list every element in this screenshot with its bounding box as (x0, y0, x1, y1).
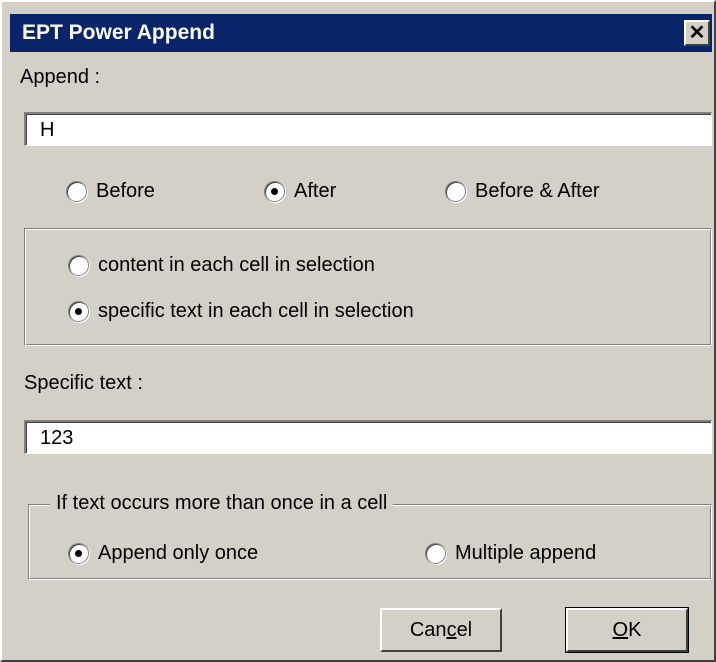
radio-before-after[interactable]: Before & After (445, 180, 600, 203)
radio-circle[interactable] (425, 543, 446, 564)
radio-append-once[interactable]: Append only once (68, 542, 258, 565)
append-label: Append : (20, 66, 101, 88)
dialog-title: EPT Power Append (22, 21, 215, 44)
radio-specific-text[interactable]: specific text in each cell in selection (68, 300, 414, 323)
radio-circle[interactable] (66, 181, 87, 202)
append-input-value: H (40, 119, 55, 141)
radio-circle[interactable] (68, 255, 89, 276)
radio-circle[interactable] (445, 181, 466, 202)
ok-button[interactable]: OK (565, 607, 689, 653)
radio-after-label: After (294, 180, 337, 202)
cancel-text-1: Can (409, 618, 447, 641)
radio-content-label: content in each cell in selection (98, 254, 375, 276)
close-icon: ✕ (688, 22, 706, 44)
radio-append-once-label: Append only once (98, 542, 259, 564)
radio-circle[interactable] (68, 543, 89, 564)
radio-before[interactable]: Before (66, 180, 155, 203)
radio-multiple-append[interactable]: Multiple append (425, 542, 596, 565)
radio-circle[interactable] (68, 301, 89, 322)
radio-content-each-cell[interactable]: content in each cell in selection (68, 254, 375, 277)
radio-before-label: Before (96, 180, 155, 202)
append-input[interactable]: H (24, 112, 712, 146)
specific-text-input[interactable]: 123 (24, 420, 712, 454)
ok-text: K (628, 618, 642, 641)
radio-selected-dot (271, 188, 278, 195)
close-button[interactable]: ✕ (684, 20, 710, 46)
cancel-accel: c (446, 618, 457, 641)
cancel-text-2: el (456, 618, 473, 641)
ok-accel: O (612, 618, 629, 641)
target-group (24, 228, 712, 346)
cancel-button[interactable]: Can c el (380, 608, 502, 652)
title-bar[interactable]: EPT Power Append ✕ (10, 14, 712, 52)
radio-circle[interactable] (264, 181, 285, 202)
radio-specific-label: specific text in each cell in selection (98, 300, 414, 322)
specific-text-input-value: 123 (40, 427, 74, 449)
radio-before-after-label: Before & After (475, 180, 600, 202)
radio-selected-dot (75, 308, 82, 315)
radio-after[interactable]: After (264, 180, 336, 203)
specific-text-label: Specific text : (24, 372, 143, 394)
radio-selected-dot (75, 550, 82, 557)
radio-multiple-append-label: Multiple append (455, 542, 597, 564)
dialog-window: EPT Power Append ✕ Append : H Before Aft… (0, 0, 716, 662)
occurrence-legend: If text occurs more than once in a cell (50, 492, 394, 515)
